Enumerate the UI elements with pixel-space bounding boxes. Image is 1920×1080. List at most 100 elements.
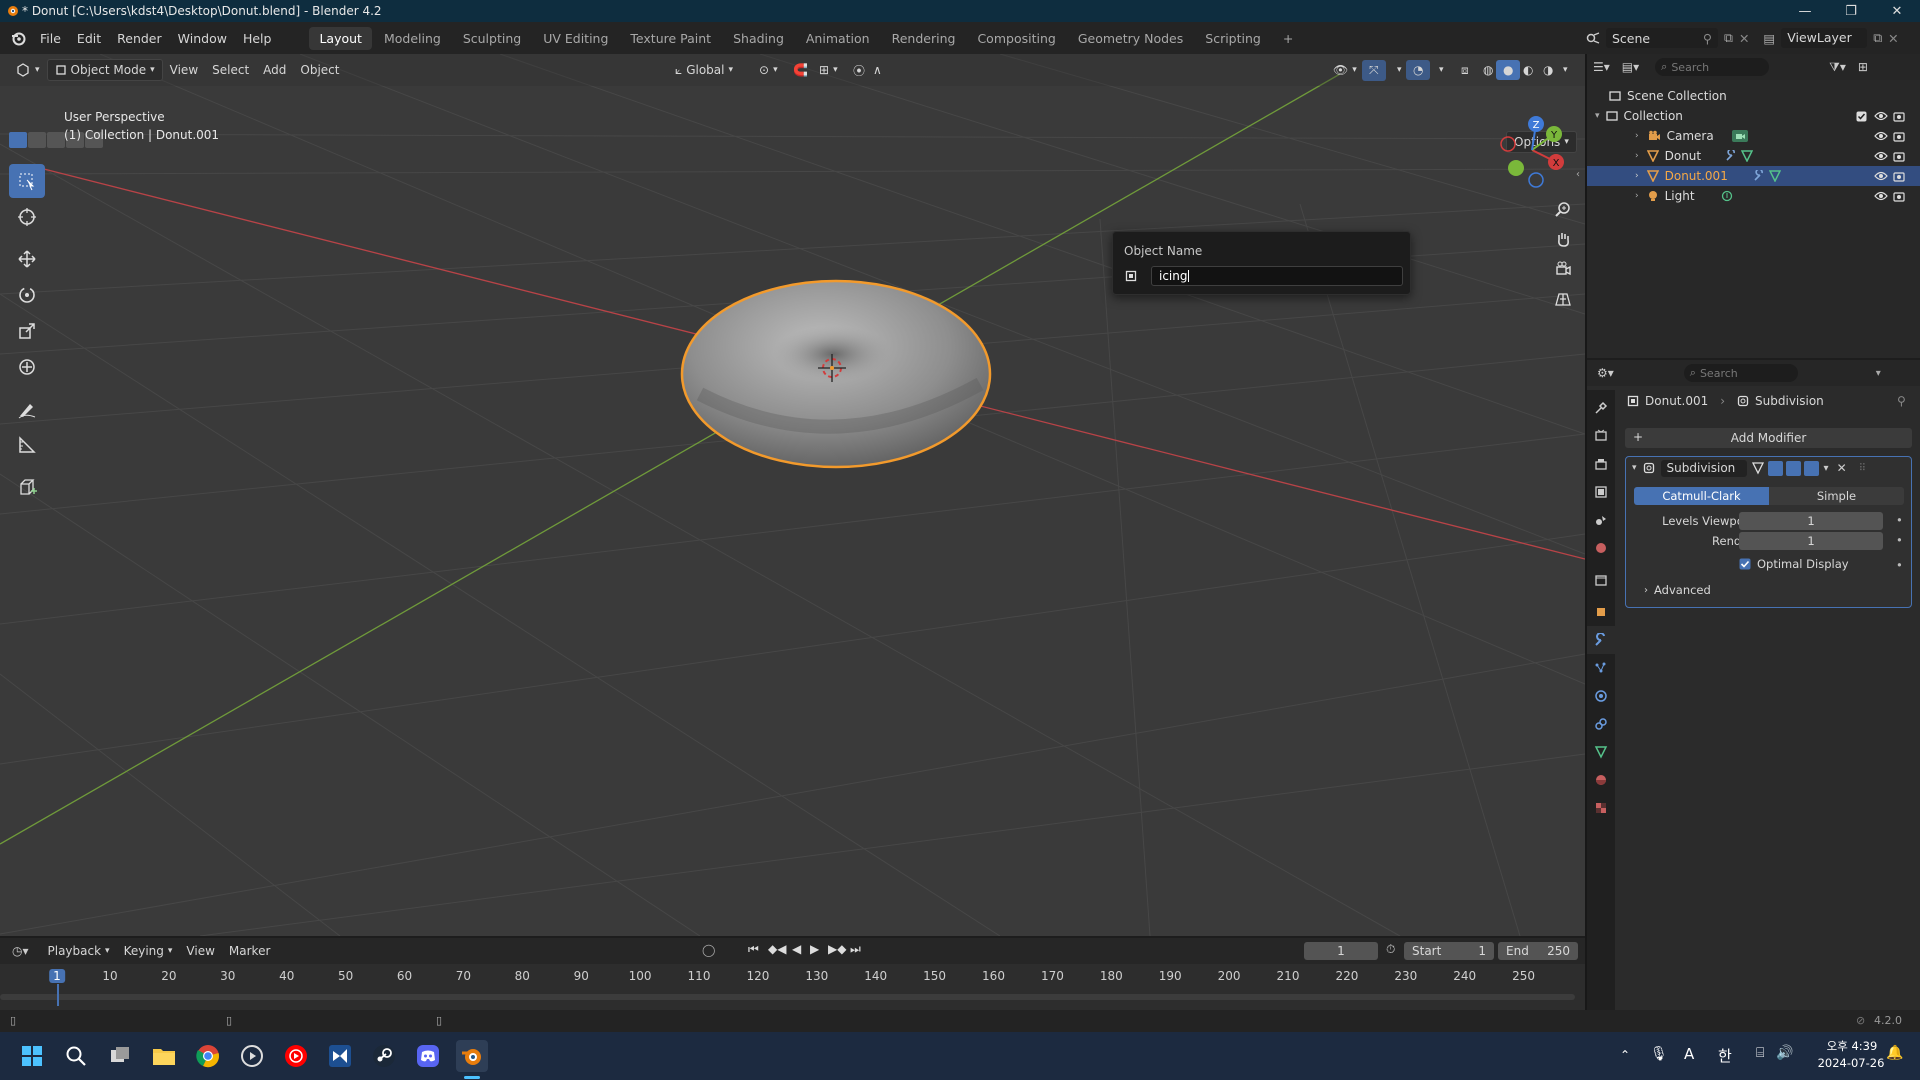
tab-output[interactable] — [1587, 450, 1615, 478]
pivot-point-dropdown[interactable]: ⊙ ▾ — [752, 60, 785, 80]
tab-sculpting[interactable]: Sculpting — [453, 27, 531, 50]
menu-view[interactable]: View — [163, 60, 205, 80]
eye-icon[interactable] — [1874, 191, 1888, 201]
stopwatch-icon[interactable]: ⏱ — [1386, 942, 1395, 957]
expand-chevron-icon[interactable]: ▾ — [1595, 111, 1600, 121]
clock-date[interactable]: 2024-07-26 — [1814, 1056, 1888, 1070]
camera-render-icon[interactable] — [1893, 151, 1905, 162]
tab-texture-paint[interactable]: Texture Paint — [620, 27, 721, 50]
shading-dropdown[interactable]: ▾ — [1556, 62, 1575, 78]
exclude-checkbox[interactable] — [1856, 111, 1867, 122]
navigation-gizmo[interactable]: Z Y X — [1494, 112, 1570, 188]
visual-studio-icon[interactable] — [324, 1040, 356, 1072]
tab-shading[interactable]: Shading — [723, 27, 794, 50]
add-modifier-button[interactable]: + Add Modifier — [1625, 428, 1912, 448]
tab-constraints[interactable] — [1587, 710, 1615, 738]
keyframe-dot-icon[interactable]: • — [1896, 513, 1903, 527]
prev-keyframe-icon[interactable]: ◆◀ — [768, 942, 786, 956]
camera-data-icon[interactable] — [1731, 129, 1749, 143]
youtube-music-icon[interactable] — [280, 1040, 312, 1072]
cursor-tool[interactable] — [9, 200, 45, 234]
tab-modifiers[interactable] — [1587, 626, 1615, 654]
menu-view-timeline[interactable]: View — [179, 941, 221, 961]
end-frame-field[interactable]: End 250 — [1498, 942, 1578, 960]
start-frame-field[interactable]: Start 1 — [1404, 942, 1494, 960]
timeline-scrollbar[interactable] — [0, 994, 1575, 1000]
jump-end-icon[interactable]: ⏭ — [850, 942, 861, 957]
file-explorer-icon[interactable] — [148, 1040, 180, 1072]
input-language-indicator[interactable]: A — [1684, 1045, 1694, 1063]
drag-handle-icon[interactable]: ⠿ — [1859, 463, 1866, 474]
windows-start-icon[interactable] — [16, 1040, 48, 1072]
mesh-data-icon[interactable] — [1741, 150, 1753, 162]
pan-hand-icon[interactable] — [1550, 224, 1576, 254]
tab-texture[interactable] — [1587, 794, 1615, 822]
tab-uv-editing[interactable]: UV Editing — [533, 27, 618, 50]
tab-modeling[interactable]: Modeling — [374, 27, 451, 50]
measure-tool[interactable] — [9, 428, 45, 462]
chrome-icon[interactable] — [192, 1040, 224, 1072]
menu-playback[interactable]: Playback ▾ — [41, 941, 117, 961]
tab-rendering[interactable]: Rendering — [882, 27, 966, 50]
outliner-editor-icon[interactable]: ☰▾ — [1593, 60, 1610, 74]
notification-bell-icon[interactable]: 🔔 — [1886, 1045, 1903, 1061]
menu-object[interactable]: Object — [293, 60, 346, 80]
close-button[interactable]: ✕ — [1874, 0, 1920, 22]
volume-icon[interactable]: 🔊 — [1776, 1045, 1793, 1061]
modifier-wrench-icon[interactable] — [1725, 150, 1737, 162]
search-icon[interactable] — [60, 1040, 92, 1072]
discord-icon[interactable] — [412, 1040, 444, 1072]
menu-file[interactable]: File — [32, 31, 69, 46]
tab-geometry-nodes[interactable]: Geometry Nodes — [1068, 27, 1193, 50]
next-keyframe-icon[interactable]: ▶◆ — [828, 942, 846, 956]
collapse-chevron-icon[interactable]: ▾ — [1632, 463, 1637, 473]
ime-mode-indicator[interactable]: 한 — [1718, 1045, 1732, 1066]
mode-dropdown[interactable]: Object Mode ▾ — [46, 59, 163, 81]
camera-render-icon[interactable] — [1893, 191, 1905, 202]
optimal-display-checkbox[interactable] — [1739, 558, 1751, 570]
tab-world[interactable] — [1587, 534, 1615, 562]
tab-animation[interactable]: Animation — [796, 27, 880, 50]
outliner-search-input[interactable]: ⌕ Search — [1655, 58, 1770, 76]
tab-collection[interactable] — [1587, 566, 1615, 594]
tab-render[interactable] — [1587, 422, 1615, 450]
keyframe-dot-icon[interactable]: • — [1896, 533, 1903, 547]
overlays-toggle[interactable]: ◔ — [1406, 60, 1431, 80]
object-name-input[interactable]: icing — [1151, 266, 1403, 286]
menu-keying[interactable]: Keying ▾ — [117, 941, 180, 961]
tab-object[interactable] — [1587, 598, 1615, 626]
add-workspace-button[interactable]: + — [1273, 27, 1303, 50]
microphone-icon[interactable]: 🎙 — [1650, 1046, 1668, 1062]
media-player-icon[interactable] — [236, 1040, 268, 1072]
transform-tool[interactable] — [9, 350, 45, 384]
edit-mode-toggle-icon[interactable] — [1751, 461, 1765, 475]
outliner-item-donut-001[interactable]: › Donut.001 — [1587, 166, 1920, 186]
3d-viewport[interactable]: ▾ Object Mode ▾ View Select Add Object ⟀… — [0, 54, 1585, 936]
remove-viewlayer-icon[interactable]: ✕ — [1888, 31, 1898, 46]
current-frame-field[interactable]: 1 — [1304, 942, 1378, 960]
new-collection-icon[interactable]: ⊞ — [1858, 60, 1868, 74]
expand-chevron-icon[interactable]: › — [1635, 171, 1639, 181]
camera-render-icon[interactable] — [1893, 171, 1905, 182]
falloff-dropdown[interactable]: ∧ — [866, 60, 889, 80]
display-mode-icon[interactable]: ▤▾ — [1622, 60, 1639, 74]
steam-icon[interactable] — [368, 1040, 400, 1072]
scale-tool[interactable] — [9, 314, 45, 348]
simple-button[interactable]: Simple — [1769, 487, 1904, 505]
rotate-tool[interactable] — [9, 278, 45, 312]
camera-render-icon[interactable] — [1893, 131, 1905, 142]
visibility-dropdown[interactable]: 👁 ▾ — [1326, 60, 1364, 80]
minimize-button[interactable]: — — [1782, 0, 1828, 22]
timeline-editor-icon[interactable]: ◷▾ — [12, 944, 29, 958]
realtime-toggle-icon[interactable] — [1785, 460, 1801, 476]
tab-particles[interactable] — [1587, 654, 1615, 682]
timeline-ruler[interactable]: 1 10 20 30 40 50 60 70 80 90 100 110 120 130 140 150 160… — [0, 964, 1585, 1010]
scene-collection-row[interactable]: Scene Collection — [1587, 86, 1920, 106]
viewlayer-selector[interactable]: ViewLayer — [1781, 28, 1868, 48]
sidebar-toggle-icon[interactable]: ‹ — [1576, 169, 1580, 180]
eye-icon[interactable] — [1874, 131, 1888, 141]
network-icon[interactable]: ⌸ — [1756, 1045, 1764, 1061]
menu-edit[interactable]: Edit — [69, 31, 109, 46]
eye-icon[interactable] — [1874, 171, 1888, 181]
collection-row[interactable]: ▾ Collection — [1587, 106, 1920, 126]
